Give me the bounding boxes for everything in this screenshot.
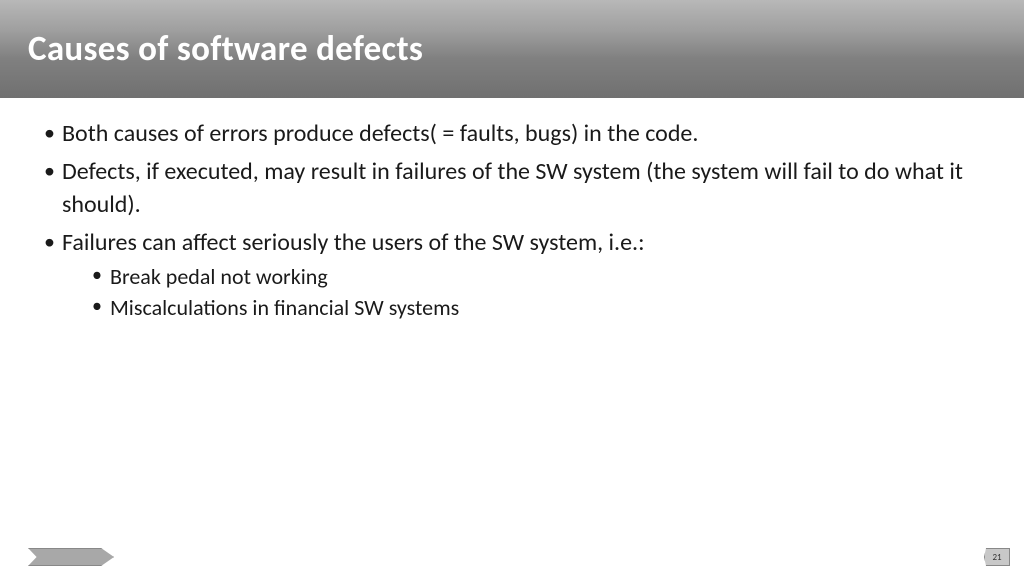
sub-bullet-list: Break pedal not working Miscalculations … (62, 262, 980, 323)
list-item: Miscalculations in financial SW systems (92, 293, 980, 323)
bullet-list: Both causes of errors produce defects( =… (44, 118, 980, 323)
slide-content: Both causes of errors produce defects( =… (0, 98, 1024, 349)
list-item: Both causes of errors produce defects( =… (44, 118, 980, 150)
page-number-box: 21 (984, 548, 1010, 566)
page-number: 21 (992, 552, 1001, 563)
list-item-text: Failures can affect seriously the users … (62, 228, 645, 257)
slide-header: Causes of software defects (0, 0, 1024, 98)
list-item: Failures can affect seriously the users … (44, 227, 980, 323)
slide-title: Causes of software defects (28, 28, 423, 70)
slide-footer: 21 (0, 544, 1024, 570)
arrow-decoration (28, 548, 114, 566)
list-item: Break pedal not working (92, 262, 980, 292)
list-item: Defects, if executed, may result in fail… (44, 156, 980, 221)
